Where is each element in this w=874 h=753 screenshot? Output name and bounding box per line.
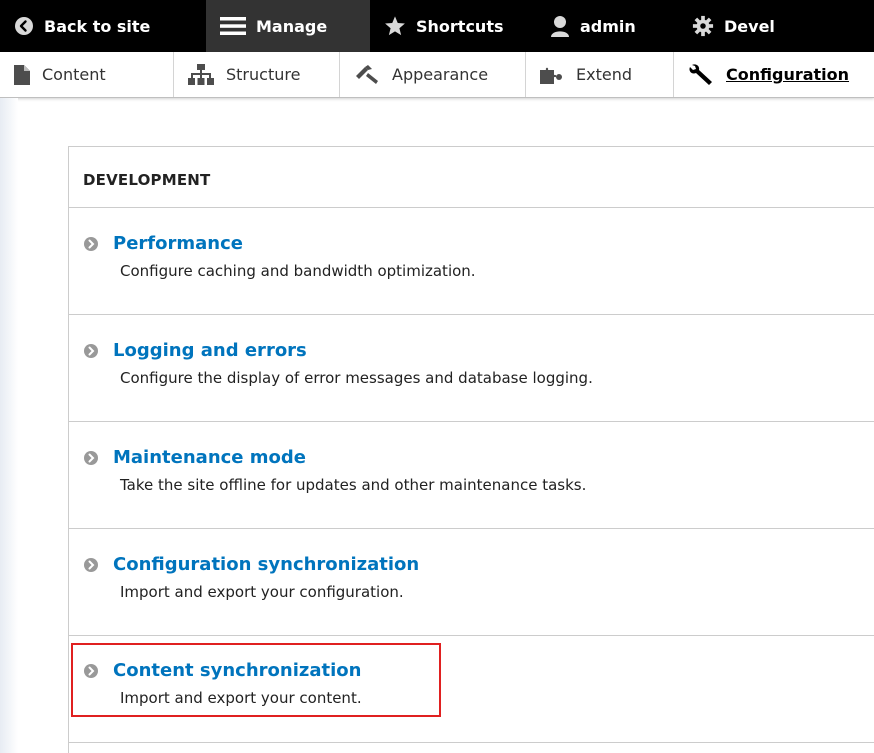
- tray-item-extend-label: Extend: [576, 65, 632, 84]
- manage-label: Manage: [256, 16, 328, 36]
- menu-icon: [220, 16, 246, 36]
- sitemap-icon: [188, 63, 214, 86]
- star-icon: [384, 15, 406, 37]
- devel-tab[interactable]: Devel: [678, 0, 874, 52]
- tray-item-structure-label: Structure: [226, 65, 301, 84]
- tray-item-configuration[interactable]: Configuration: [674, 52, 874, 97]
- chevron-right-icon: [83, 557, 99, 573]
- manage-tab[interactable]: Manage: [206, 0, 370, 52]
- user-label: admin: [580, 16, 636, 36]
- page: Back to site Manage Shortcuts admin Deve…: [0, 0, 874, 753]
- tray-item-structure[interactable]: Structure: [174, 52, 340, 97]
- devel-label: Devel: [724, 16, 775, 36]
- maintenance-description: Take the site offline for updates and ot…: [120, 476, 587, 494]
- admin-item-logging: Logging and errors Configure the display…: [83, 340, 863, 387]
- shortcuts-tab[interactable]: Shortcuts: [370, 0, 536, 52]
- admin-item-maintenance: Maintenance mode Take the site offline f…: [83, 447, 863, 494]
- chevron-right-icon: [83, 343, 99, 359]
- admin-toolbar: Back to site Manage Shortcuts admin Deve…: [0, 0, 874, 52]
- manage-tray: Content Structure Appearance Extend Conf…: [0, 52, 874, 98]
- divider: [69, 528, 874, 529]
- gear-icon: [692, 15, 714, 37]
- back-to-site-link[interactable]: Back to site: [0, 0, 206, 52]
- tray-item-configuration-label: Configuration: [726, 65, 850, 84]
- config-sync-description: Import and export your configuration.: [120, 583, 404, 601]
- divider: [69, 742, 874, 743]
- admin-item-config-sync: Configuration synchronization Import and…: [83, 554, 863, 601]
- logging-link[interactable]: Logging and errors: [113, 340, 307, 361]
- tray-item-appearance[interactable]: Appearance: [340, 52, 526, 97]
- user-tab[interactable]: admin: [536, 0, 678, 52]
- user-icon: [550, 15, 570, 37]
- tray-item-extend[interactable]: Extend: [526, 52, 674, 97]
- chevron-right-icon: [83, 450, 99, 466]
- performance-description: Configure caching and bandwidth optimiza…: [120, 262, 476, 280]
- highlight-box: [71, 643, 441, 717]
- panel-title: DEVELOPMENT: [83, 171, 211, 189]
- chevron-right-icon: [83, 236, 99, 252]
- back-arrow-icon: [14, 16, 34, 36]
- config-sync-link[interactable]: Configuration synchronization: [113, 554, 419, 575]
- file-icon: [14, 64, 30, 85]
- tray-item-appearance-label: Appearance: [392, 65, 489, 84]
- paintbrush-icon: [354, 64, 380, 85]
- puzzle-icon: [540, 64, 564, 86]
- performance-link[interactable]: Performance: [113, 233, 243, 254]
- logging-description: Configure the display of error messages …: [120, 369, 593, 387]
- divider: [69, 421, 874, 422]
- back-to-site-label: Back to site: [44, 16, 151, 36]
- left-shadow: [0, 98, 18, 753]
- tray-item-content-label: Content: [42, 65, 106, 84]
- maintenance-link[interactable]: Maintenance mode: [113, 447, 306, 468]
- wrench-icon: [688, 63, 714, 87]
- divider: [69, 314, 874, 315]
- divider: [69, 635, 874, 636]
- tray-item-content[interactable]: Content: [0, 52, 174, 97]
- shortcuts-label: Shortcuts: [416, 16, 504, 36]
- admin-item-performance: Performance Configure caching and bandwi…: [83, 233, 863, 280]
- divider: [69, 207, 874, 208]
